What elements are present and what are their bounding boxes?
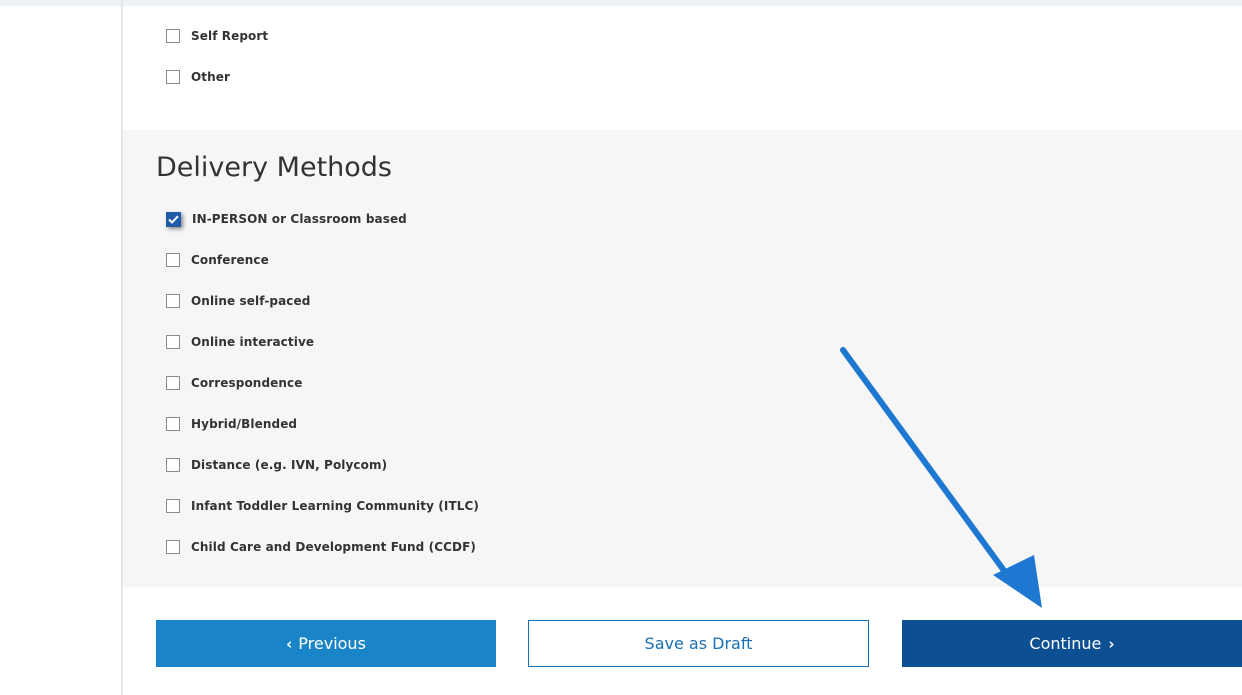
checkbox-hybrid-blended[interactable] <box>166 417 180 431</box>
checkbox-row-self-report[interactable]: Self Report <box>166 26 268 46</box>
checkbox-row-itlc[interactable]: Infant Toddler Learning Community (ITLC) <box>166 496 479 516</box>
check-icon <box>168 215 179 224</box>
checkbox-label: Hybrid/Blended <box>191 417 298 431</box>
continue-button-label: Continue <box>1029 634 1102 653</box>
checkbox-conference[interactable] <box>166 253 180 267</box>
checkbox-label: Child Care and Development Fund (CCDF) <box>191 540 476 554</box>
checkbox-online-self-paced[interactable] <box>166 294 180 308</box>
checkbox-row-online-self-paced[interactable]: Online self-paced <box>166 291 310 311</box>
previous-button-label: Previous <box>298 634 366 653</box>
checkbox-label: Online interactive <box>191 335 315 349</box>
checkbox-row-hybrid-blended[interactable]: Hybrid/Blended <box>166 414 297 434</box>
chevron-left-icon: ‹ <box>286 634 293 653</box>
checkbox-label: Online self-paced <box>191 294 311 308</box>
section-title: Delivery Methods <box>156 152 392 183</box>
top-strip <box>0 0 1242 6</box>
checkbox-self-report[interactable] <box>166 29 180 43</box>
checkbox-label: Conference <box>191 253 269 267</box>
checkbox-label: Distance (e.g. IVN, Polycom) <box>191 458 388 472</box>
checkbox-label: Other <box>191 70 231 84</box>
checkbox-ccdf[interactable] <box>166 540 180 554</box>
chevron-right-icon: › <box>1108 634 1115 653</box>
checkbox-distance[interactable] <box>166 458 180 472</box>
checkbox-row-other[interactable]: Other <box>166 67 230 87</box>
save-draft-button[interactable]: Save as Draft <box>528 620 869 667</box>
checkbox-other[interactable] <box>166 70 180 84</box>
save-draft-button-label: Save as Draft <box>644 634 753 653</box>
checkbox-itlc[interactable] <box>166 499 180 513</box>
previous-button[interactable]: ‹ Previous <box>156 620 496 667</box>
checkbox-row-online-interactive[interactable]: Online interactive <box>166 332 314 352</box>
checkbox-label: Infant Toddler Learning Community (ITLC) <box>191 499 479 513</box>
checkbox-correspondence[interactable] <box>166 376 180 390</box>
checkbox-label: Correspondence <box>191 376 303 390</box>
checkbox-row-ccdf[interactable]: Child Care and Development Fund (CCDF) <box>166 537 476 557</box>
checkbox-row-correspondence[interactable]: Correspondence <box>166 373 302 393</box>
checkbox-row-distance[interactable]: Distance (e.g. IVN, Polycom) <box>166 455 387 475</box>
checkbox-row-in-person[interactable]: IN-PERSON or Classroom based <box>166 209 407 229</box>
checkbox-row-conference[interactable]: Conference <box>166 250 269 270</box>
delivery-methods-section <box>123 130 1242 587</box>
checkbox-label: IN-PERSON or Classroom based <box>192 212 407 226</box>
continue-button[interactable]: Continue › <box>902 620 1242 667</box>
checkbox-label: Self Report <box>191 29 269 43</box>
checkbox-online-interactive[interactable] <box>166 335 180 349</box>
checkbox-in-person[interactable] <box>166 211 181 227</box>
